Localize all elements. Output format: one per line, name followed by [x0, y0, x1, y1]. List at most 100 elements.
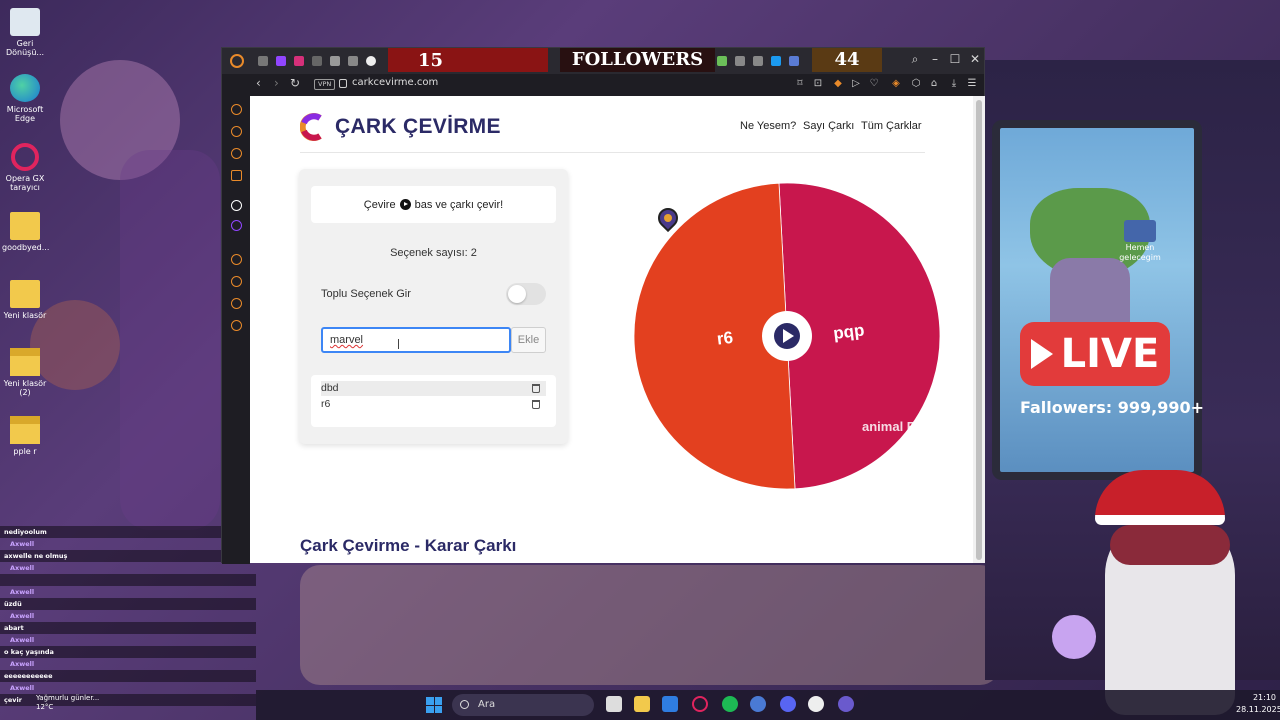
close-icon[interactable]: ✕	[966, 52, 984, 66]
avatar-eyes	[1110, 525, 1230, 565]
extension-icon[interactable]: ◈	[890, 78, 902, 90]
twitch-icon[interactable]	[276, 56, 286, 66]
bookmark-icon[interactable]: ⌑	[794, 78, 806, 90]
maximize-icon[interactable]: ☐	[946, 52, 964, 66]
adblock-icon[interactable]: ◆	[832, 78, 844, 90]
tab-icon[interactable]	[348, 56, 358, 66]
desktop-icon-folder[interactable]: Yeni klasör (2)	[2, 348, 48, 397]
wheel-segment-label: pqp	[832, 320, 865, 343]
vpn-badge[interactable]: VPN	[314, 79, 336, 90]
chat-message: eeeeeeeeeee	[0, 670, 256, 682]
steam-icon[interactable]	[750, 696, 766, 712]
desktop-icon-edge[interactable]: Microsoft Edge	[2, 74, 48, 123]
nav-sayi-carki[interactable]: Sayı Çarkı	[803, 120, 854, 132]
tab-icon[interactable]	[753, 56, 763, 66]
heart-icon[interactable]: ♡	[868, 78, 880, 90]
wheel-segment-label: r6	[716, 328, 734, 349]
twitch-icon[interactable]	[231, 220, 242, 231]
scrollbar-thumb[interactable]	[976, 100, 982, 560]
desktop-icon-folder[interactable]: pple r	[2, 416, 48, 456]
opera-gx-icon[interactable]	[692, 696, 708, 712]
taskbar-clock[interactable]: 21:10 28.11.2025	[1236, 692, 1280, 716]
search-label: Ara	[478, 699, 496, 710]
tab-icon[interactable]	[789, 56, 799, 66]
tab-icon[interactable]	[735, 56, 745, 66]
chrome-icon[interactable]	[366, 56, 376, 66]
hint-text: bas ve çarkı çevir!	[414, 198, 504, 211]
page-scrollbar[interactable]	[973, 96, 985, 563]
extension-icon[interactable]	[231, 298, 242, 309]
desktop-icon-label: Microsoft Edge	[6, 105, 44, 123]
tab-icon[interactable]	[771, 56, 781, 66]
player-icon[interactable]	[231, 254, 242, 265]
list-item[interactable]: dbd	[321, 381, 546, 396]
menu-icon[interactable]: ☰	[966, 78, 978, 90]
download-icon[interactable]: ⤓	[948, 78, 960, 90]
desktop-icon-label: Yeni klasör (2)	[3, 379, 47, 397]
puzzle-icon[interactable]: ⬡	[910, 78, 922, 90]
nav-ne-yesem[interactable]: Ne Yesem?	[740, 120, 796, 132]
gx-corner-icon[interactable]	[231, 148, 242, 159]
back-icon[interactable]: ‹	[256, 76, 261, 90]
nav-tum-carklar[interactable]: Tüm Çarklar	[861, 120, 922, 132]
gx-control-icon[interactable]	[231, 126, 242, 137]
minimize-icon[interactable]: –	[926, 52, 944, 66]
chat-username: Axwell	[10, 684, 35, 692]
instagram-icon[interactable]	[294, 56, 304, 66]
list-item[interactable]: r6	[321, 397, 546, 412]
add-button[interactable]: Ekle	[511, 327, 546, 353]
spotify-icon[interactable]	[722, 696, 738, 712]
toggle-knob	[508, 285, 526, 303]
desktop-icon-label: Opera GX tarayıcı	[5, 174, 45, 192]
obs-icon[interactable]	[808, 696, 824, 712]
taskbar-search[interactable]: Ara	[452, 694, 594, 716]
windows-start-icon[interactable]	[426, 697, 442, 713]
maps-icon[interactable]	[717, 56, 727, 66]
reload-icon[interactable]: ↻	[290, 76, 300, 90]
forward-icon[interactable]: ›	[274, 76, 279, 90]
option-input-value: marvel	[330, 334, 364, 346]
tab-icon[interactable]	[231, 170, 242, 181]
trash-icon[interactable]	[532, 384, 540, 393]
task-view-icon[interactable]	[606, 696, 622, 712]
lock-icon[interactable]	[339, 79, 347, 88]
desktop-shortcut-label[interactable]: Hemen gelecegim	[1112, 243, 1168, 263]
tab-icon[interactable]	[258, 56, 268, 66]
search-icon[interactable]: ⌕	[906, 52, 924, 67]
tab-icon[interactable]	[312, 56, 322, 66]
option-input[interactable]: marvel	[321, 327, 511, 353]
app-icon[interactable]	[838, 696, 854, 712]
spin-wheel[interactable]: pqp r6 animal F R	[632, 181, 942, 491]
x-icon[interactable]	[330, 56, 340, 66]
desktop-icon-folder[interactable]: goodbyed...	[2, 212, 49, 252]
header-divider	[300, 152, 925, 153]
taskbar-weather[interactable]: Yağmurlu günler... 12°C	[36, 694, 99, 712]
desktop-icon-recycle-bin[interactable]: Geri Dönüşü...	[2, 8, 48, 57]
opera-gx-icon	[11, 143, 39, 171]
folder-icon	[10, 348, 40, 376]
speed-dial-icon[interactable]	[231, 104, 242, 115]
desktop-icon-label: Yeni klasör	[3, 311, 47, 320]
desktop-icon-folder[interactable]: Yeni klasör	[2, 280, 48, 320]
desktop-icon-opera-gx[interactable]: Opera GX tarayıcı	[2, 143, 48, 192]
option-count: Seçenek sayısı: 2	[390, 247, 477, 259]
stream-counter-right: 44	[812, 48, 882, 72]
history-icon[interactable]	[231, 276, 242, 287]
discord-icon[interactable]	[780, 696, 796, 712]
chat-message: nediyoolum	[0, 526, 256, 538]
bulk-entry-toggle[interactable]	[506, 283, 546, 305]
opera-gx-icon[interactable]	[230, 54, 244, 68]
wallet-icon[interactable]: ⌂	[928, 78, 940, 90]
url-field[interactable]: carkcevirme.com	[352, 77, 438, 88]
settings-icon[interactable]	[231, 320, 242, 331]
store-icon[interactable]	[662, 696, 678, 712]
recycle-bin-icon	[10, 8, 40, 36]
player-icon[interactable]: ▷	[850, 78, 862, 90]
site-title[interactable]: ÇARK ÇEVİRME	[335, 115, 501, 139]
arrow-icon[interactable]	[231, 200, 242, 211]
trash-icon[interactable]	[532, 400, 540, 409]
snapshot-icon[interactable]: ⊡	[812, 78, 824, 90]
site-logo-icon[interactable]	[300, 112, 324, 142]
desktop-shortcut-icon[interactable]	[1124, 220, 1156, 242]
file-explorer-icon[interactable]	[634, 696, 650, 712]
